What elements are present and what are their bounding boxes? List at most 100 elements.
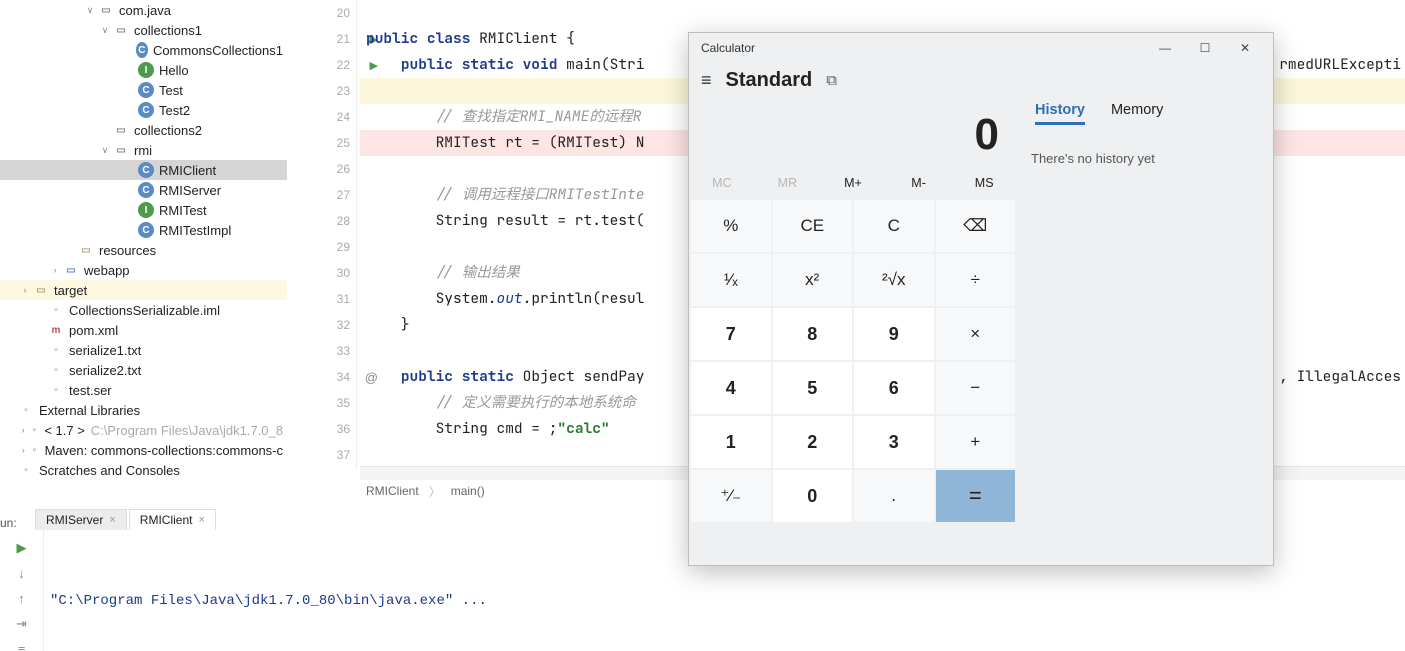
digit-6-button[interactable]: 6: [854, 362, 934, 414]
ms-button[interactable]: MS: [951, 170, 1017, 200]
gutter-line[interactable]: 35: [287, 390, 356, 416]
digit-7-button[interactable]: 7: [691, 308, 771, 360]
filter-icon[interactable]: ≡: [18, 642, 26, 651]
history-tab[interactable]: History: [1035, 102, 1085, 125]
mr-button[interactable]: MR: [755, 170, 821, 200]
percent-button[interactable]: %: [691, 200, 771, 252]
run-toolbar[interactable]: ▶ ↓ ↑ ⇥ ≡ 🖶: [0, 530, 44, 651]
tree-item[interactable]: CRMITestImpl: [0, 220, 287, 240]
gutter-line[interactable]: 31: [287, 286, 356, 312]
tree-item[interactable]: ▫Scratches and Consoles: [0, 460, 287, 480]
tree-item[interactable]: ▫CollectionsSerializable.iml: [0, 300, 287, 320]
expand-icon[interactable]: ›: [50, 265, 60, 275]
tree-item[interactable]: ▫test.ser: [0, 380, 287, 400]
equals-button[interactable]: =: [936, 470, 1016, 522]
expand-icon[interactable]: ∨: [100, 25, 110, 36]
reciprocal-button[interactable]: ¹⁄ₓ: [691, 254, 771, 306]
tree-item[interactable]: ∨▭collections1: [0, 20, 287, 40]
tree-item[interactable]: ▭resources: [0, 240, 287, 260]
gutter-line[interactable]: 26: [287, 156, 356, 182]
backspace-button[interactable]: ⌫: [936, 200, 1016, 252]
run-tab-rmiclient[interactable]: RMIClient×: [129, 509, 216, 530]
close-icon[interactable]: ×: [198, 514, 204, 526]
gutter-line[interactable]: 23: [287, 78, 356, 104]
gutter-line[interactable]: 29: [287, 234, 356, 260]
mplus-button[interactable]: M+: [820, 170, 886, 200]
gutter-line[interactable]: 33: [287, 338, 356, 364]
tree-item[interactable]: IHello: [0, 60, 287, 80]
tree-item[interactable]: ▫serialize1.txt: [0, 340, 287, 360]
run-tab-rmiserver[interactable]: RMIServer×: [35, 509, 127, 530]
tree-item[interactable]: ›▫< 1.7 >C:\Program Files\Java\jdk1.7.0_…: [0, 420, 287, 440]
tree-item[interactable]: ›▭target: [0, 280, 287, 300]
digit-8-button[interactable]: 8: [773, 308, 853, 360]
digit-1-button[interactable]: 1: [691, 416, 771, 468]
gutter-line[interactable]: 22▶: [287, 52, 356, 78]
project-tree[interactable]: ∨▭com.java∨▭collections1CCommonsCollecti…: [0, 0, 287, 500]
gutter-line[interactable]: 28: [287, 208, 356, 234]
gutter-line[interactable]: 37: [287, 442, 356, 468]
gutter-line[interactable]: 20: [287, 0, 356, 26]
clear-button[interactable]: C: [854, 200, 934, 252]
tree-item[interactable]: CRMIServer: [0, 180, 287, 200]
run-tabs[interactable]: RMIServer× RMIClient×: [35, 506, 218, 530]
expand-icon[interactable]: ›: [20, 445, 26, 455]
code-line[interactable]: [360, 0, 1405, 26]
breadcrumb-class[interactable]: RMIClient: [360, 484, 425, 498]
expand-icon[interactable]: ∨: [85, 5, 95, 16]
square-button[interactable]: x²: [773, 254, 853, 306]
tree-item[interactable]: ∨▭com.java: [0, 0, 287, 20]
tree-item[interactable]: CTest: [0, 80, 287, 100]
down-icon[interactable]: ↓: [18, 566, 25, 581]
tree-item[interactable]: ›▫Maven: commons-collections:commons-c: [0, 440, 287, 460]
up-icon[interactable]: ↑: [18, 591, 25, 606]
tree-item[interactable]: ▫serialize2.txt: [0, 360, 287, 380]
gutter-line[interactable]: 30: [287, 260, 356, 286]
tree-item[interactable]: mpom.xml: [0, 320, 287, 340]
tree-item[interactable]: ∨▭rmi: [0, 140, 287, 160]
tree-item[interactable]: CTest2: [0, 100, 287, 120]
tree-item[interactable]: IRMITest: [0, 200, 287, 220]
close-icon[interactable]: ✕: [1225, 41, 1265, 55]
gutter-line[interactable]: 36: [287, 416, 356, 442]
memory-tab[interactable]: Memory: [1111, 102, 1163, 125]
divide-button[interactable]: ÷: [936, 254, 1016, 306]
expand-icon[interactable]: ›: [20, 425, 26, 435]
minimize-icon[interactable]: —: [1145, 41, 1185, 55]
tree-item[interactable]: CCommonsCollections1: [0, 40, 287, 60]
breadcrumb[interactable]: RMIClient 〉 main(): [360, 480, 491, 502]
plus-button[interactable]: +: [936, 416, 1016, 468]
maximize-icon[interactable]: ☐: [1185, 41, 1225, 55]
multiply-button[interactable]: ×: [936, 308, 1016, 360]
gutter-line[interactable]: 34@: [287, 364, 356, 390]
calculator-window[interactable]: Calculator — ☐ ✕ ≡ Standard ⧉ 0 MC MR M+…: [688, 32, 1274, 566]
tree-item[interactable]: CRMIClient: [0, 160, 287, 180]
digit-4-button[interactable]: 4: [691, 362, 771, 414]
tree-item[interactable]: ▫External Libraries: [0, 400, 287, 420]
digit-3-button[interactable]: 3: [854, 416, 934, 468]
digit-0-button[interactable]: 0: [773, 470, 853, 522]
editor-gutter[interactable]: 2021▶22▶232425262728293031323334@353637: [287, 0, 357, 470]
rerun-icon[interactable]: ▶: [17, 540, 27, 556]
calculator-titlebar[interactable]: Calculator — ☐ ✕: [689, 33, 1273, 63]
digit-2-button[interactable]: 2: [773, 416, 853, 468]
gutter-line[interactable]: 27: [287, 182, 356, 208]
close-icon[interactable]: ×: [109, 514, 115, 526]
sqrt-button[interactable]: ²√x: [854, 254, 934, 306]
gutter-line[interactable]: 32: [287, 312, 356, 338]
gutter-line[interactable]: 21▶: [287, 26, 356, 52]
gutter-line[interactable]: 24: [287, 104, 356, 130]
breadcrumb-method[interactable]: main(): [445, 484, 491, 498]
mc-button[interactable]: MC: [689, 170, 755, 200]
keep-on-top-icon[interactable]: ⧉: [812, 72, 837, 89]
expand-icon[interactable]: ›: [20, 285, 30, 295]
tree-item[interactable]: ▭collections2: [0, 120, 287, 140]
gutter-line[interactable]: 25: [287, 130, 356, 156]
layout-icon[interactable]: ⇥: [16, 616, 27, 632]
digit-5-button[interactable]: 5: [773, 362, 853, 414]
tree-item[interactable]: ›▭webapp: [0, 260, 287, 280]
digit-9-button[interactable]: 9: [854, 308, 934, 360]
negate-button[interactable]: ⁺⁄₋: [691, 470, 771, 522]
hamburger-icon[interactable]: ≡: [701, 70, 726, 91]
mminus-button[interactable]: M-: [886, 170, 952, 200]
